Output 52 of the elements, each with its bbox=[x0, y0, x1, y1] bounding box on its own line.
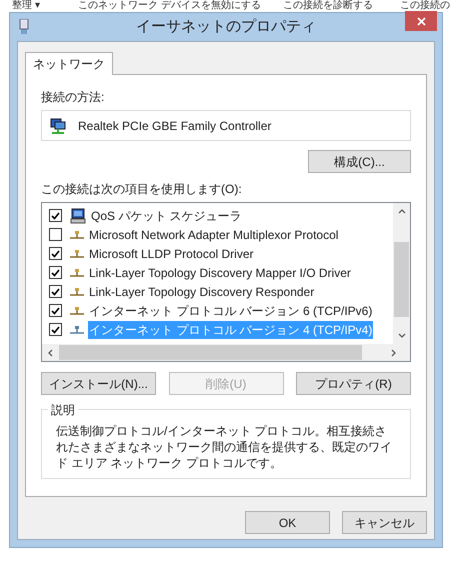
list-item[interactable]: Link-Layer Topology Discovery Responder bbox=[88, 282, 316, 300]
protocol-icon bbox=[70, 230, 84, 238]
horizontal-scrollbar[interactable] bbox=[42, 344, 410, 361]
ethernet-plug-icon bbox=[19, 19, 29, 35]
section-label: この接続は次の項目を使用します(O): bbox=[41, 181, 243, 198]
protocol-icon bbox=[70, 268, 84, 276]
check-icon bbox=[51, 212, 60, 220]
protocol-icon bbox=[70, 306, 84, 314]
checkbox[interactable] bbox=[49, 247, 62, 260]
check-icon bbox=[51, 306, 60, 314]
list-item[interactable]: Microsoft LLDP Protocol Driver bbox=[88, 244, 254, 262]
toolbar-item[interactable]: このネットワーク デバイスを無効にする bbox=[78, 0, 261, 11]
close-button[interactable] bbox=[405, 11, 437, 31]
protocol-icon bbox=[70, 250, 84, 258]
checkbox[interactable] bbox=[49, 209, 62, 222]
protocol-icon bbox=[70, 288, 84, 296]
configure-button[interactable]: 構成(C)... bbox=[308, 150, 411, 173]
checkbox[interactable] bbox=[49, 266, 62, 279]
vertical-scrollbar[interactable] bbox=[393, 203, 410, 344]
section-label: 接続の方法: bbox=[41, 89, 106, 106]
chevron-right-icon bbox=[390, 348, 396, 356]
check-icon bbox=[51, 268, 60, 276]
adapter-name: Realtek PCIe GBE Family Controller bbox=[78, 118, 272, 134]
toolbar-item[interactable]: 整理 ▾ bbox=[12, 0, 40, 11]
dialog-button[interactable]: OK bbox=[245, 511, 330, 534]
list-item[interactable]: QoS パケット スケジューラ bbox=[90, 206, 243, 224]
check-icon bbox=[51, 250, 60, 258]
chevron-up-icon bbox=[398, 209, 406, 214]
protocol-icon bbox=[70, 326, 84, 334]
checkbox[interactable] bbox=[49, 304, 62, 317]
list-item[interactable]: Microsoft Network Adapter Multiplexor Protocol bbox=[88, 226, 340, 244]
computer-icon bbox=[70, 208, 86, 224]
check-icon bbox=[51, 288, 60, 296]
toolbar-item[interactable]: この接続を診断する bbox=[283, 0, 373, 11]
group-title: 説明 bbox=[48, 401, 78, 419]
close-icon bbox=[416, 16, 426, 26]
checkbox[interactable] bbox=[49, 285, 62, 298]
description-text: 伝送制御プロトコル/インターネット プロトコル。相互接続されたさまざまなネットワーク間の通信を提供する、既定のワイド エリア ネットワーク プロトコルです。 bbox=[56, 423, 393, 471]
action-button[interactable]: プロパティ(R) bbox=[296, 372, 411, 395]
dialog-button[interactable]: キャンセル bbox=[342, 511, 427, 534]
checkbox[interactable] bbox=[49, 228, 62, 241]
network-adapter-icon bbox=[50, 118, 66, 134]
tab[interactable]: ネットワーク bbox=[25, 52, 113, 75]
chevron-left-icon bbox=[48, 348, 53, 356]
list-item[interactable]: インターネット プロトコル バージョン 6 (TCP/IPv6) bbox=[88, 302, 374, 320]
check-icon bbox=[51, 326, 60, 334]
chevron-down-icon bbox=[398, 333, 406, 338]
checkbox[interactable] bbox=[49, 323, 62, 336]
list-item[interactable]: Link-Layer Topology Discovery Mapper I/O Driver bbox=[88, 264, 352, 282]
toolbar-item[interactable]: この接続の bbox=[400, 0, 450, 11]
window-title: イーサネットのプロパティ bbox=[135, 16, 317, 37]
action-button[interactable]: インストール(N)... bbox=[41, 372, 156, 395]
